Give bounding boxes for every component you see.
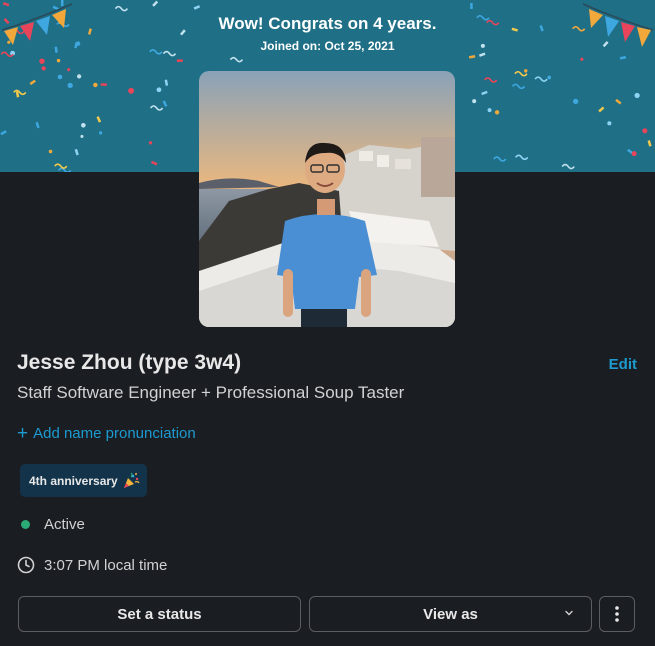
vertical-ellipsis-icon: [615, 606, 619, 622]
confetti-piece: [100, 83, 107, 86]
confetti-piece: [164, 79, 169, 86]
confetti-piece: [54, 163, 68, 169]
confetti-piece: [547, 75, 552, 80]
confetti-piece: [478, 52, 486, 57]
confetti-piece: [128, 87, 135, 94]
banner-title: Wow! Congrats on 4 years.: [218, 14, 437, 33]
confetti-piece: [598, 106, 605, 113]
confetti-piece: [515, 154, 529, 161]
confetti-piece: [572, 98, 579, 105]
confetti-piece: [615, 98, 622, 105]
plus-icon: +: [17, 423, 29, 444]
profile-name: Jesse Zhou (type 3w4): [17, 351, 242, 374]
anniversary-badge-label: 4th anniversary: [29, 473, 118, 488]
confetti-piece: [39, 58, 45, 64]
confetti-piece: [487, 108, 492, 113]
confetti-piece: [56, 58, 61, 63]
joined-date: Joined on: Oct 25, 2021: [260, 39, 395, 53]
confetti-piece: [48, 149, 53, 154]
clock-icon: [17, 556, 35, 574]
confetti-piece: [67, 82, 73, 89]
view-as-button[interactable]: View as: [309, 596, 592, 632]
confetti-piece: [13, 89, 27, 96]
anniversary-badge[interactable]: 4th anniversary: [20, 464, 147, 497]
confetti-piece: [642, 128, 648, 134]
confetti-piece: [81, 122, 86, 128]
presence-label: Active: [44, 516, 85, 533]
confetti-piece: [151, 160, 158, 166]
confetti-piece: [493, 156, 507, 162]
party-popper-icon: [123, 471, 140, 488]
set-status-button[interactable]: Set a status: [18, 596, 301, 632]
confetti-piece: [511, 83, 526, 90]
confetti-piece: [162, 100, 168, 107]
confetti-piece: [494, 110, 500, 115]
edit-profile-link[interactable]: Edit: [609, 356, 637, 373]
confetti-piece: [647, 140, 652, 147]
confetti-piece: [67, 68, 71, 72]
confetti-piece: [152, 0, 159, 7]
confetti-piece: [607, 121, 612, 126]
confetti-piece: [580, 57, 584, 61]
view-as-label: View as: [423, 605, 478, 623]
confetti-piece: [76, 74, 82, 79]
confetti-piece: [561, 163, 575, 170]
confetti-piece: [472, 99, 477, 104]
confetti-piece: [484, 77, 498, 83]
confetti-piece: [156, 87, 162, 93]
confetti-piece: [524, 69, 528, 73]
confetti-piece: [114, 5, 129, 12]
confetti-piece: [41, 66, 46, 71]
confetti-piece: [29, 79, 36, 86]
confetti-piece: [149, 105, 164, 111]
confetti-piece: [193, 5, 201, 10]
confetti-piece: [176, 59, 183, 63]
confetti-piece: [481, 90, 488, 96]
chevron-down-icon: [565, 610, 573, 616]
confetti-piece: [534, 76, 548, 82]
confetti-piece: [57, 167, 72, 172]
profile-title: Staff Software Engineer + Professional S…: [17, 383, 405, 402]
confetti-piece: [57, 74, 63, 80]
add-name-pronunciation-label: Add name pronunciation: [33, 425, 196, 442]
confetti-piece: [74, 148, 79, 156]
confetti-piece: [0, 130, 7, 136]
confetti-piece: [35, 121, 40, 129]
confetti-piece: [98, 131, 103, 135]
confetti-piece: [631, 151, 637, 157]
active-status-icon: [21, 520, 30, 529]
confetti-piece: [468, 55, 476, 59]
confetti-piece: [229, 56, 244, 63]
confetti-piece: [148, 141, 153, 145]
confetti-piece: [96, 116, 102, 123]
more-actions-button[interactable]: [599, 596, 635, 632]
confetti-piece: [80, 134, 84, 138]
profile-photo-image: [199, 71, 455, 327]
presence-status: Active: [17, 516, 85, 533]
profile-photo[interactable]: [199, 71, 455, 327]
confetti-piece: [634, 92, 640, 99]
confetti-piece: [93, 82, 98, 88]
local-time: 3:07 PM local time: [17, 556, 167, 574]
add-name-pronunciation-link[interactable]: + Add name pronunciation: [17, 423, 196, 444]
confetti-piece: [470, 2, 473, 9]
confetti-piece: [619, 55, 627, 60]
local-time-label: 3:07 PM local time: [44, 556, 168, 574]
